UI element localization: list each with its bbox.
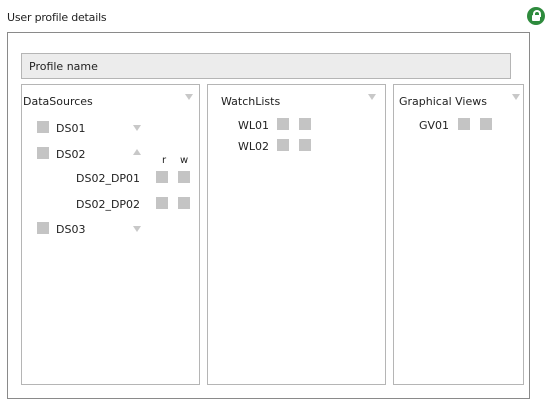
gv01-write-checkbox[interactable]	[480, 118, 492, 130]
chevron-up-icon[interactable]	[133, 149, 141, 155]
ds01-label: DS01	[56, 122, 86, 135]
ds02-dp02-write-checkbox[interactable]	[178, 197, 190, 209]
wl01-read-checkbox[interactable]	[277, 118, 289, 130]
chevron-down-icon[interactable]	[185, 94, 193, 100]
ds02-dp01-read-checkbox[interactable]	[156, 171, 168, 183]
chevron-down-icon[interactable]	[368, 94, 376, 100]
write-column-label: w	[180, 155, 189, 166]
watchlists-title: WatchLists	[221, 95, 281, 108]
wl02-label: WL02	[238, 140, 270, 153]
gv01-read-checkbox[interactable]	[458, 118, 470, 130]
datasources-title: DataSources	[23, 95, 93, 108]
chevron-down-icon[interactable]	[133, 226, 141, 232]
ds02-dp02-read-checkbox[interactable]	[156, 197, 168, 209]
ds03-label: DS03	[56, 223, 86, 236]
wl02-read-checkbox[interactable]	[277, 139, 289, 151]
gv01-label: GV01	[419, 119, 450, 132]
ds01-checkbox[interactable]	[37, 121, 49, 133]
chevron-down-icon[interactable]	[512, 94, 520, 100]
ds02-dp01-label: DS02_DP01	[76, 172, 141, 185]
ds02-checkbox[interactable]	[37, 147, 49, 159]
wl01-write-checkbox[interactable]	[299, 118, 311, 130]
chevron-down-icon[interactable]	[133, 125, 141, 131]
lock-icon[interactable]	[527, 7, 545, 25]
read-column-label: r	[162, 155, 167, 166]
ds02-label: DS02	[56, 148, 86, 161]
ds02-dp02-label: DS02_DP02	[76, 198, 141, 211]
page-title: User profile details	[7, 11, 107, 24]
ds02-dp01-write-checkbox[interactable]	[178, 171, 190, 183]
watchlists-panel	[207, 84, 386, 385]
ds03-checkbox[interactable]	[37, 222, 49, 234]
wl02-write-checkbox[interactable]	[299, 139, 311, 151]
profile-name-input[interactable]: Profile name	[21, 53, 511, 79]
wl01-label: WL01	[238, 119, 270, 132]
graphical-views-title: Graphical Views	[399, 95, 487, 108]
